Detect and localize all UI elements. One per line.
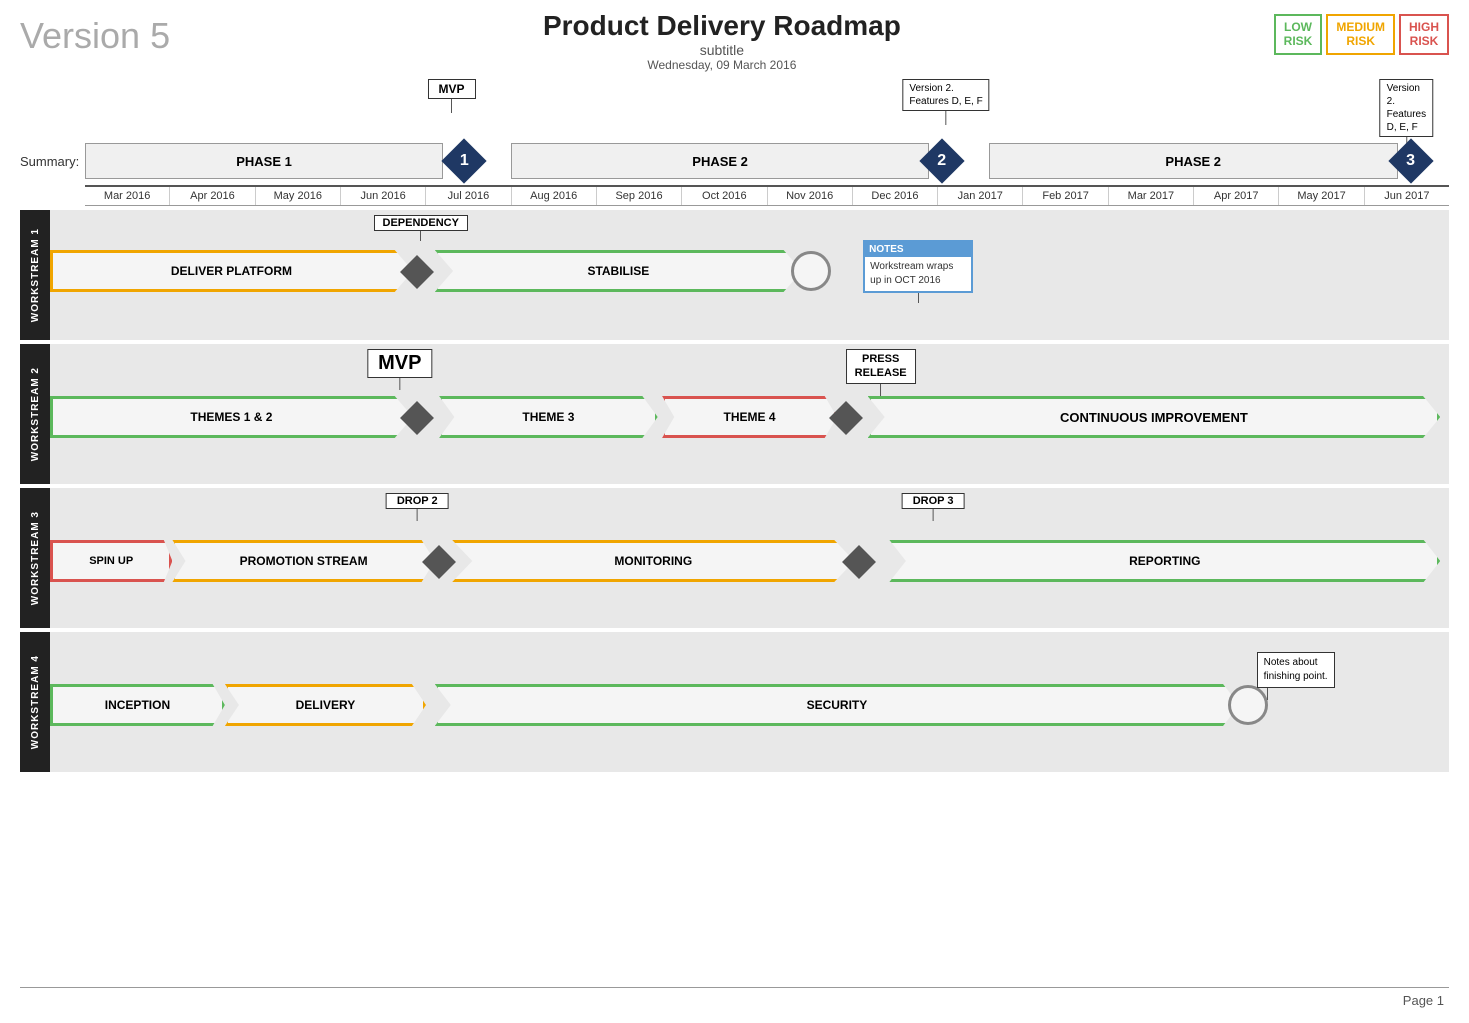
ws1-circle-milestone [791,251,831,291]
workstream-4-row: WORKSTREAM 4 Notes aboutfinishing point.… [20,632,1449,772]
milestone-3-container: 3 [1395,145,1427,177]
mvp-floating-label: MVP [428,79,476,113]
ws3-diamond-2-shape [842,545,876,579]
ws2-pressrelease-label: PRESSRELEASE [846,349,916,396]
ws1-diamond-1 [405,260,429,284]
monitoring-task: MONITORING [452,540,854,582]
workstream-2-label: WORKSTREAM 2 [30,367,41,461]
workstream-4-content: Notes aboutfinishing point. INCEPTION DE… [50,632,1449,772]
bottom-separator [20,987,1449,988]
risk-high-box: HIGHRISK [1399,14,1449,55]
delivery-task: DELIVERY [225,684,426,726]
month-feb2017: Feb 2017 [1023,187,1108,205]
workstream-4-label-col: WORKSTREAM 4 [20,632,50,772]
continuous-improvement-task: CONTINUOUS IMPROVEMENT [868,396,1441,438]
month-apr2016: Apr 2016 [170,187,255,205]
deliver-platform-task: DELIVER PLATFORM [50,250,413,292]
months-header: Mar 2016 Apr 2016 May 2016 Jun 2016 Jul … [85,185,1449,206]
ws2-diamond-1 [405,406,429,430]
phase2-box-1: PHASE 2 [511,143,929,179]
title-block: Product Delivery Roadmap subtitle Wednes… [170,10,1274,72]
month-jun2016: Jun 2016 [341,187,426,205]
summary-floating-row: MVP Version 2.Features D, E, F Version 2… [85,77,1449,137]
security-task: SECURITY [435,684,1239,726]
reporting-task: REPORTING [889,540,1440,582]
milestone-2-label: 2 [926,145,958,177]
phase2-box-2: PHASE 2 [989,143,1398,179]
month-oct2016: Oct 2016 [682,187,767,205]
month-sep2016: Sep 2016 [597,187,682,205]
month-mar2017: Mar 2017 [1109,187,1194,205]
ws2-mvp-label: MVP [367,349,432,390]
theme4-task: THEME 4 [662,396,837,438]
risk-medium-box: MEDIUMRISK [1326,14,1395,55]
drop2-label: DROP 2 [386,493,449,521]
page-number: Page 1 [1403,993,1444,1008]
milestone-1-container: 1 [448,145,480,177]
month-apr2017: Apr 2017 [1194,187,1279,205]
inception-task: INCEPTION [50,684,225,726]
main-title: Product Delivery Roadmap [170,10,1274,42]
workstream-2-content: MVP PRESSRELEASE THEMES 1 & 2 [50,344,1449,484]
month-may2017: May 2017 [1279,187,1364,205]
dependency-label: DEPENDENCY [374,215,468,241]
ws2-diamond-1-shape [400,401,434,435]
workstream-1-label: WORKSTREAM 1 [30,228,41,322]
subtitle: subtitle [170,42,1274,58]
header: Version 5 Product Delivery Roadmap subti… [20,10,1449,72]
month-nov2016: Nov 2016 [768,187,853,205]
ws1-diamond-shape [400,255,434,289]
month-aug2016: Aug 2016 [512,187,597,205]
workstream-3-label: WORKSTREAM 3 [30,511,41,605]
ws3-diamond-2 [847,550,871,574]
month-dec2016: Dec 2016 [853,187,938,205]
workstream-4-label: WORKSTREAM 4 [30,655,41,749]
themes-12-task: THEMES 1 & 2 [50,396,413,438]
phase1-box: PHASE 1 [85,143,443,179]
promotion-stream-task: PROMOTION STREAM [172,540,434,582]
risk-low-box: LOWRISK [1274,14,1323,55]
page-container: Version 5 Product Delivery Roadmap subti… [0,0,1469,1023]
milestone-1-label: 1 [448,145,480,177]
workstream-3-content: DROP 2 DROP 3 SPIN UP PROMOTION STREAM [50,488,1449,628]
version2-label-1: Version 2.Features D, E, F [902,79,989,125]
summary-label: Summary: [20,154,85,169]
month-mar2016: Mar 2016 [85,187,170,205]
workstream-3-label-col: WORKSTREAM 3 [20,488,50,628]
ws3-diamond-1-shape [422,545,456,579]
workstream-1-row: WORKSTREAM 1 DEPENDENCY DELIVER PLATFORM [20,210,1449,340]
ws3-diamond-1 [427,550,451,574]
summary-row: Summary: PHASE 1 1 PHASE 2 2 PHASE 2 [20,137,1449,185]
milestone-3-label: 3 [1395,145,1427,177]
spinup-task: SPIN UP [50,540,172,582]
timeline-area: MVP Version 2.Features D, E, F Version 2… [20,77,1449,772]
workstream-2-row: WORKSTREAM 2 MVP PRESSRELEASE THEMES 1 &… [20,344,1449,484]
summary-phases: PHASE 1 1 PHASE 2 2 PHASE 2 3 [85,141,1449,181]
ws2-diamond-2 [834,406,858,430]
month-jul2016: Jul 2016 [426,187,511,205]
month-may2016: May 2016 [256,187,341,205]
workstream-2-label-col: WORKSTREAM 2 [20,344,50,484]
workstream-1-content: DEPENDENCY DELIVER PLATFORM STABILISE [50,210,1449,340]
theme3-task: THEME 3 [439,396,658,438]
risk-legend: LOWRISK MEDIUMRISK HIGHRISK [1274,14,1449,55]
stabilise-task: STABILISE [435,250,802,292]
finishing-point-callout: Notes aboutfinishing point. [1257,652,1335,700]
month-jan2017: Jan 2017 [938,187,1023,205]
ws1-notes-callout: NOTES Workstream wrapsup in OCT 2016 [863,240,973,303]
workstream-3-row: WORKSTREAM 3 DROP 2 DROP 3 SPIN UP [20,488,1449,628]
version-label: Version 5 [20,15,170,57]
workstream-1-label-col: WORKSTREAM 1 [20,210,50,340]
date-text: Wednesday, 09 March 2016 [170,58,1274,72]
milestone-2-container: 2 [926,145,958,177]
drop3-label: DROP 3 [902,493,965,521]
month-jun2017: Jun 2017 [1365,187,1449,205]
ws2-diamond-2-shape [829,401,863,435]
